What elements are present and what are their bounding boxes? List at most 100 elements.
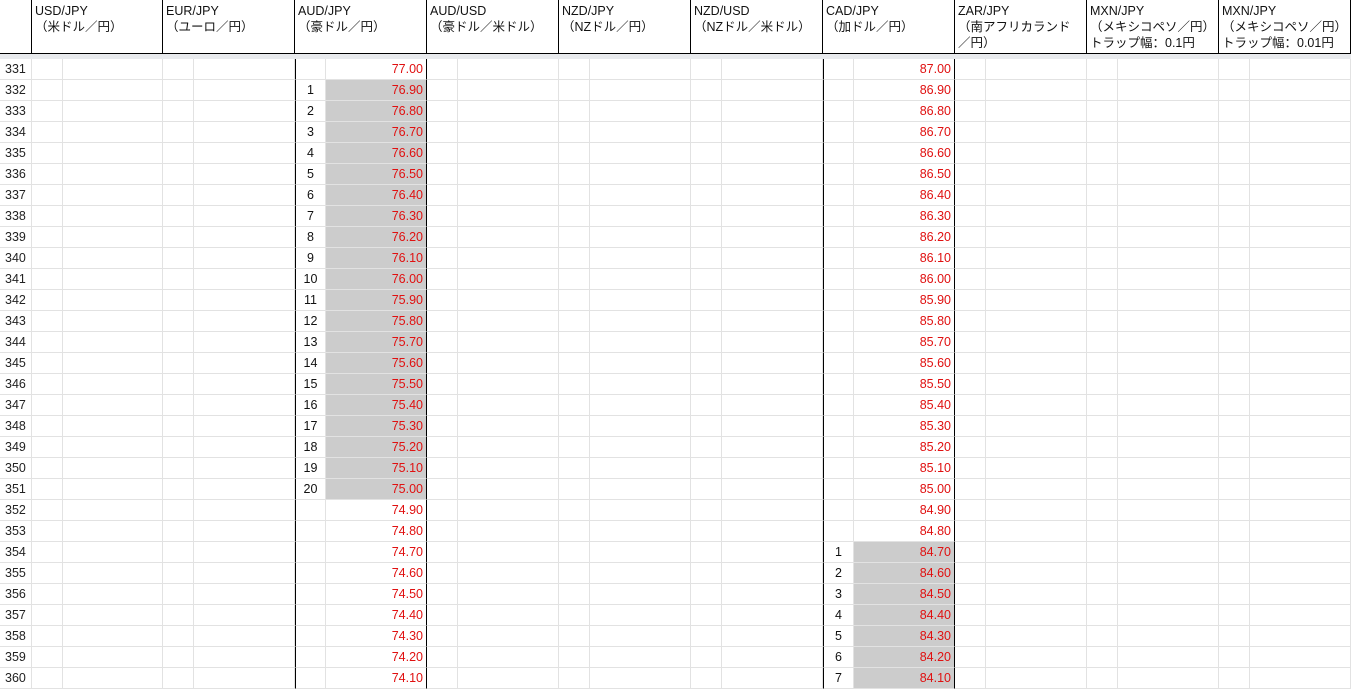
nzd-usd-count-cell[interactable] [691, 374, 722, 395]
nzd-jpy-count-cell[interactable] [559, 626, 590, 647]
cad-jpy-trap-count[interactable]: 4 [823, 605, 854, 626]
usd-jpy-price-cell[interactable] [63, 647, 163, 668]
mxn-jpy-01-count-cell[interactable] [1087, 269, 1118, 290]
aud-usd-count-cell[interactable] [427, 479, 458, 500]
zar-jpy-price-cell[interactable] [986, 542, 1087, 563]
nzd-jpy-count-cell[interactable] [559, 584, 590, 605]
mxn-jpy-001-count-cell[interactable] [1219, 59, 1250, 80]
usd-jpy-count-cell[interactable] [32, 353, 63, 374]
header-cad-jpy[interactable]: CAD/JPY （加ドル／円） [823, 0, 955, 54]
eur-jpy-count-cell[interactable] [163, 59, 194, 80]
aud-usd-price-cell[interactable] [458, 290, 559, 311]
nzd-jpy-price-cell[interactable] [590, 542, 691, 563]
aud-jpy-trap-count[interactable]: 20 [295, 479, 326, 500]
zar-jpy-price-cell[interactable] [986, 248, 1087, 269]
nzd-usd-price-cell[interactable] [722, 269, 823, 290]
eur-jpy-price-cell[interactable] [194, 563, 295, 584]
nzd-jpy-price-cell[interactable] [590, 458, 691, 479]
usd-jpy-price-cell[interactable] [63, 269, 163, 290]
aud-usd-price-cell[interactable] [458, 500, 559, 521]
zar-jpy-count-cell[interactable] [955, 374, 986, 395]
aud-jpy-trap-price[interactable]: 74.50 [326, 584, 427, 605]
mxn-jpy-01-price-cell[interactable] [1118, 143, 1219, 164]
aud-jpy-trap-price[interactable]: 74.20 [326, 647, 427, 668]
eur-jpy-count-cell[interactable] [163, 437, 194, 458]
aud-usd-count-cell[interactable] [427, 353, 458, 374]
nzd-jpy-count-cell[interactable] [559, 311, 590, 332]
cad-jpy-trap-price[interactable]: 86.90 [854, 80, 955, 101]
aud-usd-count-cell[interactable] [427, 143, 458, 164]
row-number[interactable]: 342 [0, 290, 32, 311]
cad-jpy-trap-count[interactable] [823, 80, 854, 101]
zar-jpy-price-cell[interactable] [986, 353, 1087, 374]
mxn-jpy-01-count-cell[interactable] [1087, 374, 1118, 395]
mxn-jpy-001-price-cell[interactable] [1250, 59, 1351, 80]
nzd-usd-count-cell[interactable] [691, 269, 722, 290]
row-number[interactable]: 337 [0, 185, 32, 206]
mxn-jpy-001-price-cell[interactable] [1250, 353, 1351, 374]
zar-jpy-price-cell[interactable] [986, 101, 1087, 122]
row-number[interactable]: 341 [0, 269, 32, 290]
zar-jpy-count-cell[interactable] [955, 605, 986, 626]
mxn-jpy-001-count-cell[interactable] [1219, 185, 1250, 206]
aud-jpy-trap-price[interactable]: 75.90 [326, 290, 427, 311]
nzd-jpy-count-cell[interactable] [559, 206, 590, 227]
row-number[interactable]: 360 [0, 668, 32, 689]
cad-jpy-trap-count[interactable] [823, 101, 854, 122]
mxn-jpy-001-price-cell[interactable] [1250, 248, 1351, 269]
usd-jpy-count-cell[interactable] [32, 395, 63, 416]
eur-jpy-count-cell[interactable] [163, 143, 194, 164]
row-number[interactable]: 350 [0, 458, 32, 479]
eur-jpy-price-cell[interactable] [194, 437, 295, 458]
usd-jpy-price-cell[interactable] [63, 80, 163, 101]
nzd-usd-price-cell[interactable] [722, 248, 823, 269]
usd-jpy-count-cell[interactable] [32, 437, 63, 458]
aud-usd-price-cell[interactable] [458, 479, 559, 500]
usd-jpy-count-cell[interactable] [32, 521, 63, 542]
mxn-jpy-001-price-cell[interactable] [1250, 500, 1351, 521]
eur-jpy-price-cell[interactable] [194, 416, 295, 437]
nzd-jpy-count-cell[interactable] [559, 374, 590, 395]
zar-jpy-count-cell[interactable] [955, 185, 986, 206]
mxn-jpy-001-count-cell[interactable] [1219, 416, 1250, 437]
usd-jpy-price-cell[interactable] [63, 101, 163, 122]
usd-jpy-count-cell[interactable] [32, 269, 63, 290]
aud-jpy-trap-count[interactable]: 17 [295, 416, 326, 437]
nzd-jpy-price-cell[interactable] [590, 395, 691, 416]
mxn-jpy-001-price-cell[interactable] [1250, 332, 1351, 353]
zar-jpy-price-cell[interactable] [986, 290, 1087, 311]
zar-jpy-price-cell[interactable] [986, 668, 1087, 689]
nzd-usd-count-cell[interactable] [691, 311, 722, 332]
nzd-usd-count-cell[interactable] [691, 59, 722, 80]
aud-usd-price-cell[interactable] [458, 353, 559, 374]
usd-jpy-price-cell[interactable] [63, 605, 163, 626]
cad-jpy-trap-price[interactable]: 84.20 [854, 647, 955, 668]
zar-jpy-price-cell[interactable] [986, 479, 1087, 500]
cad-jpy-trap-price[interactable]: 86.00 [854, 269, 955, 290]
aud-usd-count-cell[interactable] [427, 521, 458, 542]
aud-jpy-trap-price[interactable]: 75.20 [326, 437, 427, 458]
aud-jpy-trap-price[interactable]: 75.00 [326, 479, 427, 500]
cad-jpy-trap-price[interactable]: 85.70 [854, 332, 955, 353]
aud-jpy-trap-price[interactable]: 76.00 [326, 269, 427, 290]
eur-jpy-count-cell[interactable] [163, 206, 194, 227]
aud-jpy-trap-count[interactable]: 10 [295, 269, 326, 290]
zar-jpy-price-cell[interactable] [986, 626, 1087, 647]
header-eur-jpy[interactable]: EUR/JPY （ユーロ／円） [163, 0, 295, 54]
mxn-jpy-01-count-cell[interactable] [1087, 80, 1118, 101]
usd-jpy-price-cell[interactable] [63, 479, 163, 500]
eur-jpy-count-cell[interactable] [163, 353, 194, 374]
aud-usd-price-cell[interactable] [458, 395, 559, 416]
usd-jpy-price-cell[interactable] [63, 227, 163, 248]
usd-jpy-price-cell[interactable] [63, 353, 163, 374]
mxn-jpy-001-price-cell[interactable] [1250, 668, 1351, 689]
cad-jpy-trap-count[interactable] [823, 59, 854, 80]
eur-jpy-price-cell[interactable] [194, 227, 295, 248]
row-number[interactable]: 344 [0, 332, 32, 353]
aud-jpy-trap-price[interactable]: 74.70 [326, 542, 427, 563]
eur-jpy-count-cell[interactable] [163, 164, 194, 185]
mxn-jpy-001-count-cell[interactable] [1219, 542, 1250, 563]
usd-jpy-count-cell[interactable] [32, 668, 63, 689]
nzd-jpy-count-cell[interactable] [559, 521, 590, 542]
aud-jpy-trap-count[interactable] [295, 563, 326, 584]
